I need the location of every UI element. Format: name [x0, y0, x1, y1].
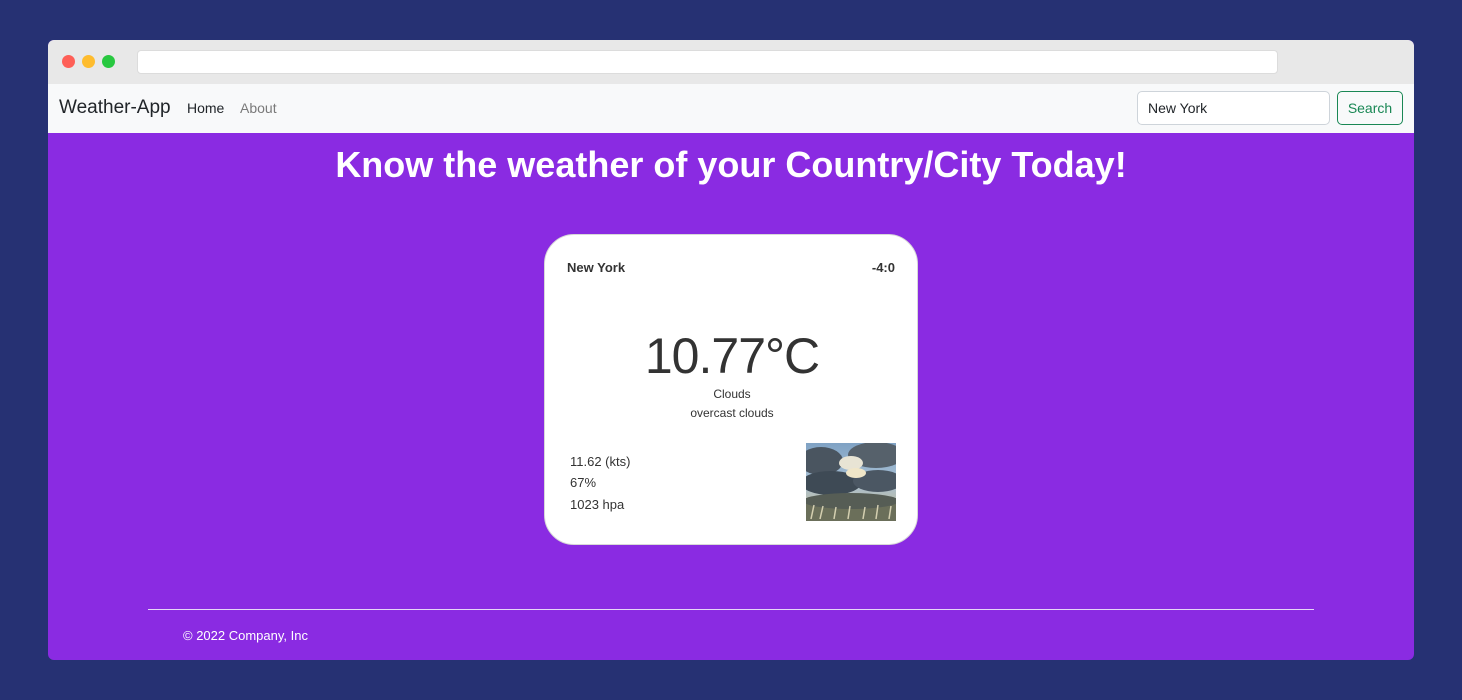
card-city: New York: [567, 260, 626, 275]
card-condition: Clouds: [713, 387, 751, 401]
nav-about-link[interactable]: About: [240, 100, 277, 116]
card-timezone: -4:0: [871, 260, 895, 275]
browser-chrome: [48, 40, 1414, 84]
footer-divider: [148, 609, 1314, 610]
cloudy-sky-image: [806, 443, 896, 521]
browser-window: Weather-App Home About New York Search K…: [48, 40, 1414, 660]
card-description: overcast clouds: [690, 406, 774, 420]
close-window-button[interactable]: [62, 55, 75, 68]
nav-home-link[interactable]: Home: [187, 100, 224, 116]
card-pressure: 1023 hpa: [570, 497, 625, 512]
minimize-window-button[interactable]: [82, 55, 95, 68]
weather-card: New York -4:0 10.77°C Clouds overcast cl…: [544, 234, 918, 545]
card-wind-speed: 11.62 (kts): [570, 454, 631, 469]
address-bar[interactable]: [137, 50, 1278, 74]
footer-copyright: © 2022 Company, Inc: [183, 628, 308, 643]
page-title: Know the weather of your Country/City To…: [335, 144, 1127, 185]
card-humidity: 67%: [570, 475, 597, 490]
maximize-window-button[interactable]: [102, 55, 115, 68]
brand-link[interactable]: Weather-App: [59, 97, 171, 119]
card-temperature: 10.77°C: [644, 328, 820, 384]
search-button[interactable]: Search: [1337, 91, 1403, 125]
search-input[interactable]: New York: [1137, 91, 1330, 125]
navbar: Weather-App Home About New York Search: [48, 84, 1414, 133]
